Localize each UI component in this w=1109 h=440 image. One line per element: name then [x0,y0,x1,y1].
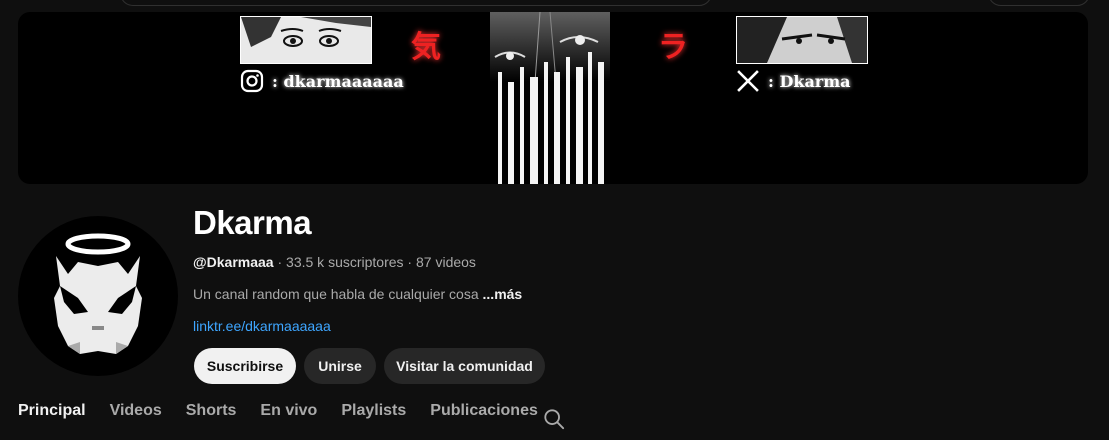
meta-separator: · [273,254,287,270]
account-button-edge[interactable] [988,0,1090,6]
tab-videos[interactable]: Videos [110,402,162,420]
channel-external-link[interactable]: linktr.ee/dkarmaaaaaa [193,318,331,334]
video-count: 87 videos [416,254,476,270]
channel-avatar[interactable] [18,216,178,376]
channel-name: Dkarma [193,204,312,241]
channel-handle: @Dkarmaaa [193,254,274,270]
search-icon[interactable] [543,408,565,430]
tab-en-vivo[interactable]: En vivo [260,402,317,420]
channel-banner: : dkarmaaaaaa 気 ラ: Dkarma [18,12,1088,184]
banner-manga-panel-left [240,16,372,64]
x-handle: : Dkarma [768,71,851,91]
subscriber-count: 33.5 k suscriptores [286,254,404,270]
x-logo-icon [737,70,759,92]
channel-meta: @Dkarmaaa · 33.5 k suscriptores · 87 vid… [193,254,476,270]
channel-tabs: Principal Videos Shorts En vivo Playlist… [18,402,562,420]
tab-principal[interactable]: Principal [18,402,86,420]
masthead-remnant [0,0,1109,8]
channel-description[interactable]: Un canal random que habla de cualquier c… [193,286,522,302]
tab-shorts[interactable]: Shorts [186,402,237,420]
instagram-icon [240,69,264,93]
join-button[interactable]: Unirse [304,348,376,384]
banner-kanji-left: 気 [411,31,441,64]
search-bar-edge[interactable] [120,0,712,6]
banner-instagram: : dkarmaaaaaa [240,69,404,93]
instagram-handle: : dkarmaaaaaa [272,71,404,91]
tab-publicaciones[interactable]: Publicaciones [430,402,538,420]
banner-manga-panel-right [736,16,868,64]
description-text: Un canal random que habla de cualquier c… [193,286,479,302]
meta-separator: · [403,254,416,270]
description-more-link[interactable]: ...más [483,286,523,302]
banner-x: : Dkarma [736,69,851,93]
subscribe-button[interactable]: Suscribirse [194,348,296,384]
visit-community-button[interactable]: Visitar la comunidad [384,348,545,384]
banner-center-art [490,12,610,184]
tab-playlists[interactable]: Playlists [341,402,406,420]
banner-kanji-right: ラ [658,31,688,64]
